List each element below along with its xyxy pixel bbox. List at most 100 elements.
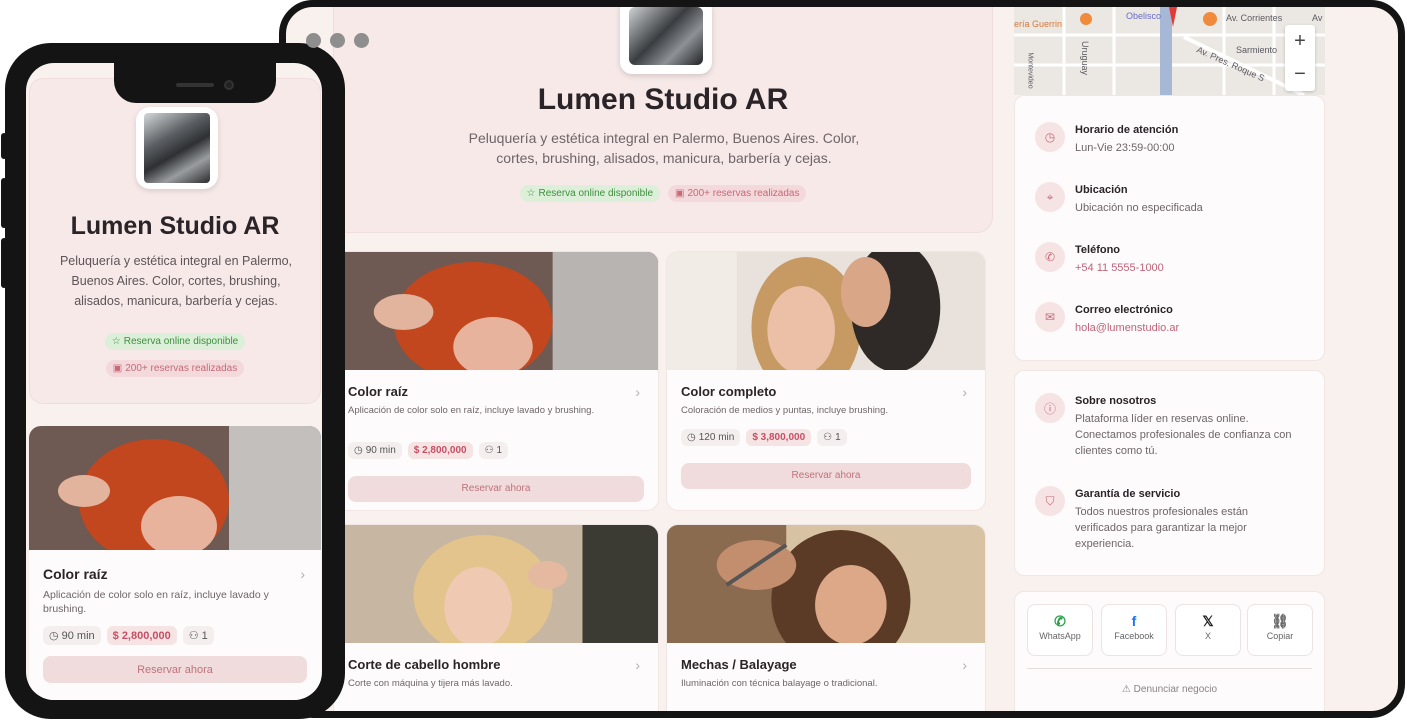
service-name: Color raíz [348, 384, 408, 399]
service-description: Iluminación con técnica balayage o tradi… [681, 678, 878, 689]
chevron-right-icon[interactable]: › [962, 657, 967, 673]
phone-notch [114, 63, 276, 103]
zoom-out-button[interactable]: − [1285, 58, 1315, 91]
info-icon: ⓘ [1035, 393, 1065, 423]
online-booking-badge: ☆ Reserva online disponible [519, 185, 661, 202]
bookings-count-badge: ▣ 200+ reservas realizadas [668, 185, 807, 202]
window-controls [306, 33, 369, 48]
window-minimize-dot[interactable] [330, 33, 345, 48]
info-label: Ubicación [1075, 184, 1128, 196]
business-logo [136, 107, 218, 189]
clock-icon: ◷ [354, 445, 363, 456]
business-description: Peluquería y estética integral en Palerm… [59, 254, 293, 308]
map-label: Av [1312, 13, 1323, 23]
star-icon: ☆ [111, 336, 121, 347]
phone-icon: ✆ [1035, 242, 1065, 272]
business-logo [620, 7, 712, 74]
phone-link[interactable]: +54 11 5555-1000 [1075, 260, 1295, 276]
share-facebook-button[interactable]: f Facebook [1101, 604, 1167, 656]
phone-side-button [1, 178, 7, 228]
window-close-dot[interactable] [306, 33, 321, 48]
chevron-right-icon[interactable]: › [962, 384, 967, 400]
calendar-icon: ▣ [112, 363, 123, 374]
service-card[interactable]: Color raíz › Aplicación de color solo en… [29, 426, 321, 700]
info-value: Lun-Vie 23:59-00:00 [1075, 142, 1175, 154]
info-label: Sobre nosotros [1075, 395, 1157, 407]
report-business-link[interactable]: ⚠ Denunciar negocio [1015, 684, 1324, 695]
map-label: Sarmiento [1236, 45, 1278, 55]
info-label: Horario de atención [1075, 124, 1179, 136]
service-card[interactable]: Mechas / Balayage › Iluminación con técn… [666, 524, 986, 711]
service-card[interactable]: Corte de cabello hombre › Corte con máqu… [333, 524, 659, 711]
about-card: ⓘ Sobre nosotros Plataforma líder en res… [1014, 370, 1325, 576]
reserve-button[interactable]: Reservar ahora [681, 463, 971, 489]
map-zoom-control: + − [1285, 25, 1315, 91]
whatsapp-icon: ✆ [1054, 613, 1066, 629]
window-maximize-dot[interactable] [354, 33, 369, 48]
chevron-right-icon[interactable]: › [635, 657, 640, 673]
phone-side-button [1, 238, 7, 288]
mobile-screen: Lumen Studio AR Peluquería y estética in… [26, 63, 322, 700]
users-icon: ⚇ [484, 445, 494, 456]
info-label: Garantía de servicio [1075, 488, 1181, 500]
service-card[interactable]: Color completo › Coloración de medios y … [666, 251, 986, 511]
map-label: Obelisco [1126, 11, 1162, 21]
business-hero-card: Lumen Studio AR Peluquería y estética in… [333, 7, 993, 233]
price-chip: $ 2,800,000 [407, 442, 473, 459]
chevron-right-icon[interactable]: › [635, 384, 640, 400]
users-icon: ⚇ [188, 630, 199, 642]
info-label: Correo electrónico [1075, 304, 1173, 316]
service-description: Coloración de medios y puntas, incluye b… [681, 405, 889, 416]
service-card[interactable]: Color raíz › Aplicación de color solo en… [333, 251, 659, 511]
mobile-phone-frame: Lumen Studio AR Peluquería y estética in… [1, 43, 345, 719]
service-name: Mechas / Balayage [681, 657, 797, 672]
info-label: Teléfono [1075, 244, 1121, 256]
service-name: Color completo [681, 384, 777, 399]
copy-link-button[interactable]: ⛓ Copiar [1247, 604, 1313, 656]
phone-side-button [1, 133, 7, 159]
shield-icon: ⛉ [1035, 486, 1065, 516]
service-description: Corte con máquina y tijera más lavado. [348, 678, 513, 689]
service-photo [334, 525, 658, 655]
duration-chip: ◷ 90 min [348, 442, 402, 459]
star-icon: ☆ [526, 188, 536, 199]
zoom-in-button[interactable]: + [1285, 25, 1315, 58]
users-icon: ⚇ [823, 432, 833, 443]
map-label: Uruguay [1080, 40, 1091, 76]
reserve-button[interactable]: Reservar ahora [43, 656, 307, 683]
duration-chip: ◷ 120 min [681, 429, 741, 446]
reserve-button[interactable]: Reservar ahora [348, 476, 644, 502]
map-label: Montevideo [1026, 52, 1034, 89]
service-name: Color raíz [43, 566, 108, 582]
service-photo [667, 525, 985, 670]
info-value: Todos nuestros profesionales están verif… [1075, 506, 1249, 550]
share-x-button[interactable]: 𝕏X [1175, 604, 1241, 656]
service-photo [334, 252, 658, 382]
capacity-chip: ⚇ 1 [478, 442, 509, 459]
business-title: Lumen Studio AR [537, 83, 789, 116]
link-icon: ⛓ [1271, 613, 1289, 629]
clock-icon: ◷ [687, 432, 696, 443]
service-photo [667, 252, 985, 397]
service-photo [29, 426, 321, 563]
service-description: Aplicación de color solo en raíz, incluy… [43, 589, 269, 615]
location-map[interactable]: ería Guerrin Obelisco Av. Corrientes Av … [1014, 7, 1325, 95]
share-whatsapp-button[interactable]: ✆ WhatsApp [1027, 604, 1093, 656]
map-label: ería Guerrin [1014, 19, 1063, 29]
business-description: Peluquería y estética integral en Palerm… [468, 130, 860, 166]
contact-info-card: ◷ Horario de atención Lun-Vie 23:59-00:0… [1014, 95, 1325, 361]
twitter-icon: 𝕏 [1202, 613, 1214, 629]
service-description: Aplicación de color solo en raíz, incluy… [348, 405, 595, 416]
map-label: Av. Corrientes [1226, 13, 1283, 23]
business-hero-card: Lumen Studio AR Peluquería y estética in… [29, 78, 321, 404]
calendar-icon: ▣ [675, 188, 685, 199]
facebook-icon: f [1131, 613, 1137, 629]
online-booking-badge: ☆ Reserva online disponible [104, 333, 246, 350]
email-link[interactable]: hola@lumenstudio.ar [1075, 320, 1295, 336]
info-value: Plataforma líder en reservas online. Con… [1075, 413, 1292, 457]
duration-chip: ◷ 90 min [43, 626, 101, 645]
mail-icon: ✉ [1035, 302, 1065, 332]
share-card: ✆ WhatsApp f Facebook 𝕏X ⛓ Copiar ⚠ Denunci… [1014, 591, 1325, 711]
info-value: Ubicación no especificada [1075, 202, 1203, 214]
chevron-right-icon[interactable]: › [300, 566, 305, 582]
